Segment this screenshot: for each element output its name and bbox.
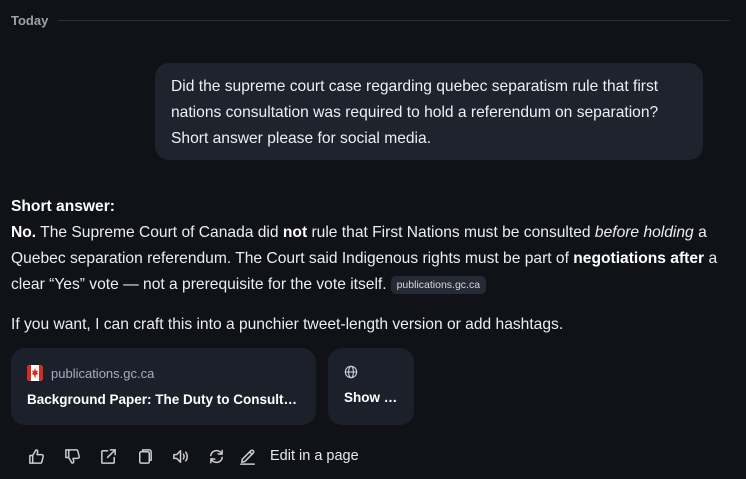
day-section-header: Today xyxy=(11,13,746,28)
show-all-label: Show all xyxy=(344,390,398,405)
source-citation-chip[interactable]: publications.gc.ca xyxy=(390,276,487,294)
thumbs-up-icon xyxy=(28,448,44,464)
source-title: Background Paper: The Duty to Consult… xyxy=(27,392,298,407)
source-domain: publications.gc.ca xyxy=(51,365,155,381)
answer-emphasis: negotiations after xyxy=(573,250,705,267)
answer-text: The Supreme Court of Canada did xyxy=(36,224,283,241)
read-aloud-button[interactable] xyxy=(162,444,198,468)
copy-icon xyxy=(138,448,152,464)
thumbs-up-button[interactable] xyxy=(18,444,54,468)
user-message-bubble: Did the supreme court case regarding que… xyxy=(155,63,703,160)
answer-lead: No. xyxy=(11,224,37,241)
source-card[interactable]: publications.gc.ca Background Paper: The… xyxy=(11,348,316,425)
regenerate-button[interactable] xyxy=(198,444,234,468)
edit-in-page-label: Edit in a page xyxy=(270,448,359,464)
message-actions-toolbar: Edit in a page xyxy=(18,444,359,468)
edit-icon xyxy=(239,448,255,465)
assistant-answer: Short answer: No. The Supreme Court of C… xyxy=(11,194,741,298)
globe-icon xyxy=(344,365,358,379)
followup-text: If you want, I can craft this into a pun… xyxy=(11,316,564,333)
user-message-text: Did the supreme court case regarding que… xyxy=(171,78,659,147)
regenerate-icon xyxy=(209,449,223,463)
show-all-button[interactable]: Show all xyxy=(328,348,414,425)
share-button[interactable] xyxy=(90,444,126,468)
edit-icon-wrapper xyxy=(234,444,260,468)
answer-body: No. The Supreme Court of Canada did not … xyxy=(11,220,741,298)
share-icon xyxy=(100,448,116,464)
answer-heading: Short answer: xyxy=(11,198,115,215)
answer-text: rule that First Nations must be consulte… xyxy=(307,224,595,241)
answer-emphasis: not xyxy=(282,224,308,241)
speaker-icon xyxy=(172,449,188,463)
thumbs-down-button[interactable] xyxy=(54,444,90,468)
day-label: Today xyxy=(11,13,49,28)
copy-button[interactable] xyxy=(126,444,162,468)
canada-flag-icon xyxy=(27,365,43,381)
answer-italic: before holding xyxy=(594,224,694,241)
thumbs-down-icon xyxy=(64,448,80,464)
edit-in-page-button[interactable]: Edit in a page xyxy=(234,444,359,468)
divider xyxy=(58,20,731,21)
